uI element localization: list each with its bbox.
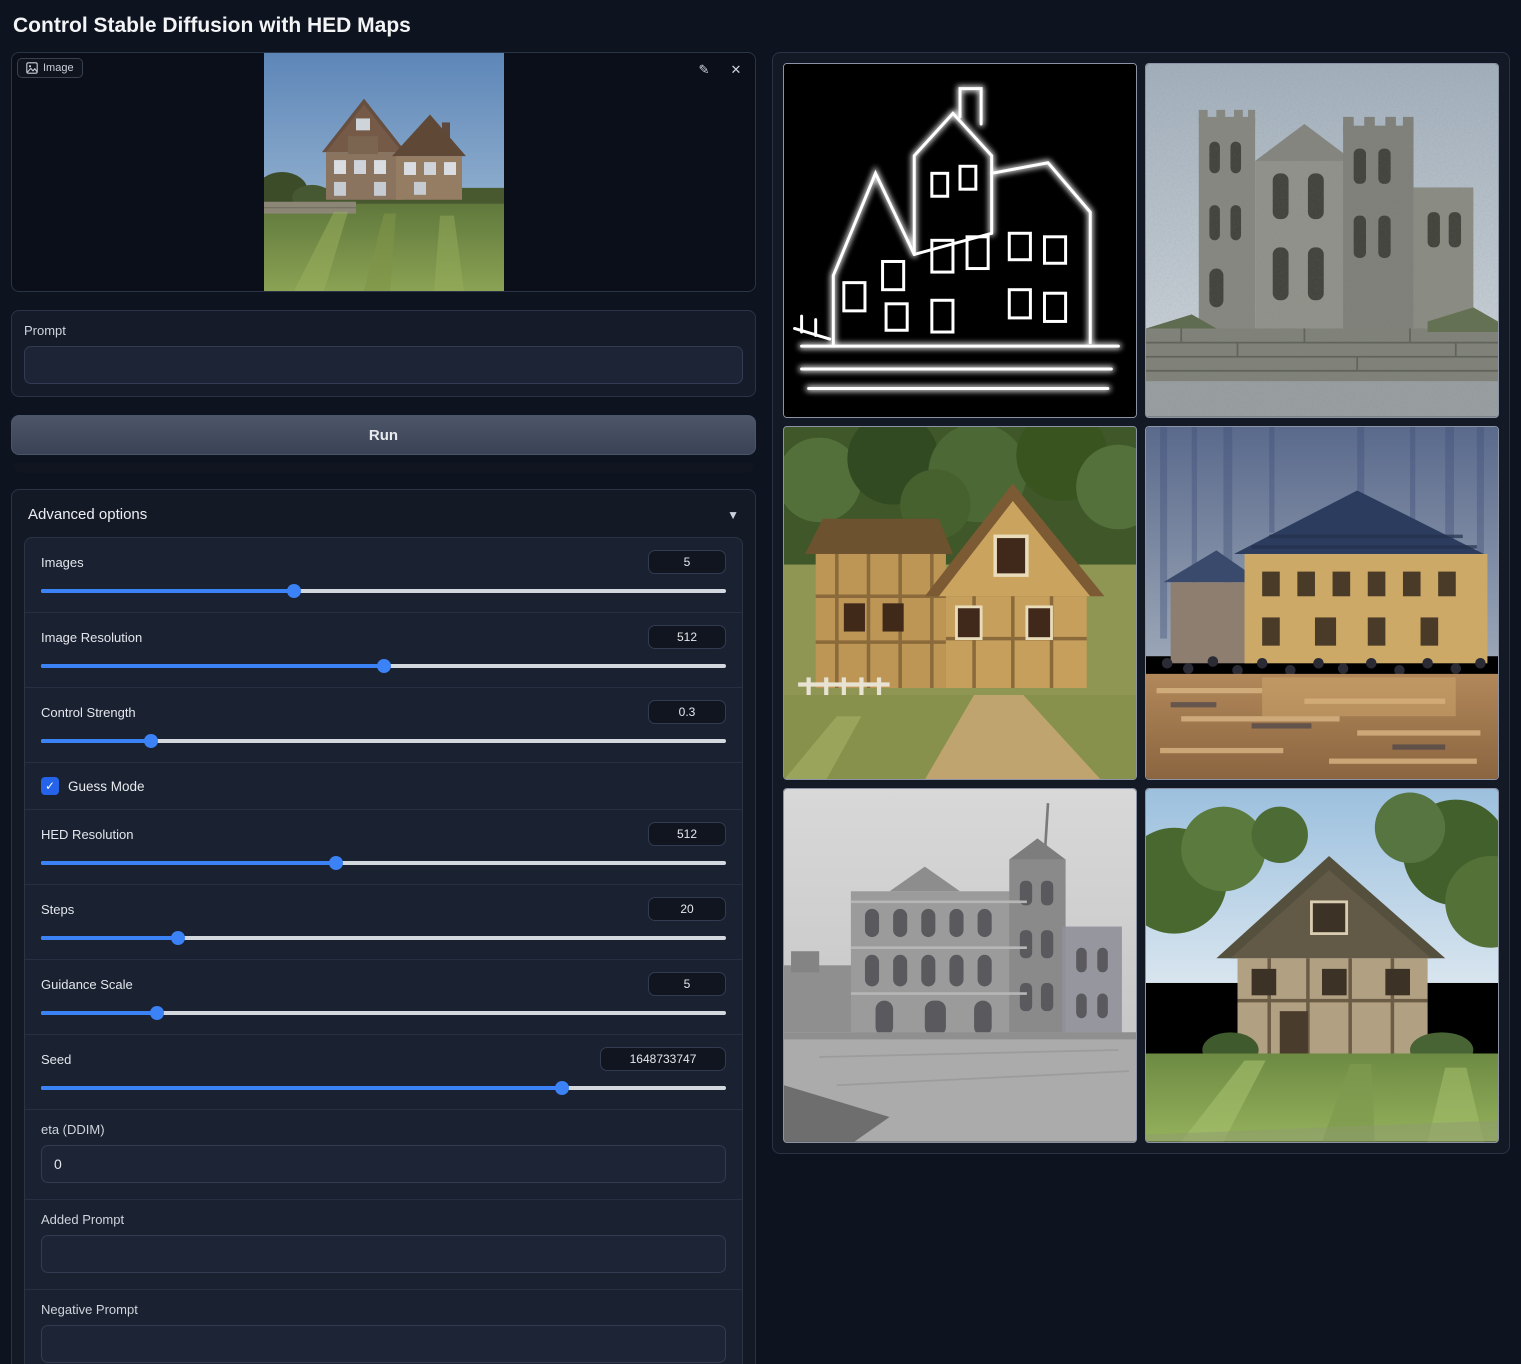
prompt-label: Prompt	[24, 323, 743, 338]
slider-seed-thumb[interactable]	[555, 1081, 569, 1095]
slider-control-strength-value[interactable]: 0.3	[648, 700, 726, 724]
advanced-options-panel: Advanced options ▼ Images 5	[11, 489, 756, 1364]
slider-control-strength-thumb[interactable]	[144, 734, 158, 748]
close-icon: ✕	[731, 62, 742, 78]
slider-control-strength: Control Strength 0.3	[25, 687, 742, 762]
image-input-panel[interactable]: Image ✎ ✕	[11, 52, 756, 292]
added-prompt-input[interactable]	[41, 1235, 726, 1273]
chevron-down-icon: ▼	[727, 508, 739, 522]
slider-guidance-scale-label: Guidance Scale	[41, 977, 133, 992]
guess-mode-row[interactable]: ✓ Guess Mode	[25, 762, 742, 809]
prompt-input[interactable]	[24, 346, 743, 384]
uploaded-house-photo	[264, 53, 504, 291]
page-title: Control Stable Diffusion with HED Maps	[13, 14, 1510, 38]
slider-images-thumb[interactable]	[287, 584, 301, 598]
gallery-item-wooden-house[interactable]	[783, 426, 1137, 781]
gallery-item-painterly[interactable]	[1145, 426, 1499, 781]
slider-image-resolution-thumb[interactable]	[377, 659, 391, 673]
slider-seed: Seed 1648733747	[25, 1034, 742, 1109]
advanced-options-header[interactable]: Advanced options ▼	[24, 502, 743, 537]
slider-image-resolution-value[interactable]: 512	[648, 625, 726, 649]
image-input-label: Image	[17, 58, 83, 78]
slider-images-track[interactable]	[41, 584, 726, 598]
grayscale-building-image	[784, 789, 1136, 1142]
slider-steps: Steps 20	[25, 884, 742, 959]
slider-steps-label: Steps	[41, 902, 74, 917]
check-icon: ✓	[45, 780, 55, 792]
clear-image-button[interactable]: ✕	[725, 59, 747, 81]
hed-map-image	[784, 64, 1136, 417]
guess-mode-label: Guess Mode	[68, 779, 145, 794]
gallery-item-cathedral[interactable]	[1145, 63, 1499, 418]
slider-steps-value[interactable]: 20	[648, 897, 726, 921]
added-prompt-label: Added Prompt	[41, 1212, 726, 1227]
slider-guidance-scale-track[interactable]	[41, 1006, 726, 1020]
slider-steps-track[interactable]	[41, 931, 726, 945]
eta-label: eta (DDIM)	[41, 1122, 726, 1137]
guess-mode-checkbox[interactable]: ✓	[41, 777, 59, 795]
eta-input[interactable]	[41, 1145, 726, 1183]
eta-row: eta (DDIM)	[25, 1109, 742, 1199]
slider-images-label: Images	[41, 555, 84, 570]
slider-hed-resolution-thumb[interactable]	[329, 856, 343, 870]
advanced-options-title: Advanced options	[28, 506, 147, 523]
prompt-panel: Prompt	[11, 310, 756, 397]
uploaded-image[interactable]	[12, 53, 755, 291]
controls-column: Image ✎ ✕	[11, 52, 756, 1364]
slider-images-value[interactable]: 5	[648, 550, 726, 574]
edit-image-button[interactable]: ✎	[693, 59, 715, 81]
gallery-item-hed-map[interactable]	[783, 63, 1137, 418]
wooden-house-image	[784, 427, 1136, 780]
slider-guidance-scale: Guidance Scale 5	[25, 959, 742, 1034]
pencil-icon: ✎	[699, 62, 710, 78]
gallery-item-grayscale-building[interactable]	[783, 788, 1137, 1143]
slider-image-resolution-label: Image Resolution	[41, 630, 142, 645]
slider-guidance-scale-value[interactable]: 5	[648, 972, 726, 996]
cathedral-image	[1146, 64, 1498, 417]
advanced-options-form: Images 5 Image Resolution 512	[24, 537, 743, 1364]
slider-control-strength-track[interactable]	[41, 734, 726, 748]
output-gallery	[772, 52, 1510, 1154]
slider-hed-resolution-label: HED Resolution	[41, 827, 134, 842]
gallery-item-house-trees[interactable]	[1145, 788, 1499, 1143]
slider-seed-value[interactable]: 1648733747	[600, 1047, 726, 1071]
slider-hed-resolution-value[interactable]: 512	[648, 822, 726, 846]
slider-seed-label: Seed	[41, 1052, 71, 1067]
image-input-label-text: Image	[43, 62, 74, 74]
slider-steps-thumb[interactable]	[171, 931, 185, 945]
slider-images: Images 5	[25, 538, 742, 612]
negative-prompt-label: Negative Prompt	[41, 1302, 726, 1317]
app: Control Stable Diffusion with HED Maps I…	[0, 0, 1521, 1364]
negative-prompt-input[interactable]	[41, 1325, 726, 1363]
negative-prompt-row: Negative Prompt	[25, 1289, 742, 1364]
slider-hed-resolution-track[interactable]	[41, 856, 726, 870]
slider-image-resolution-track[interactable]	[41, 659, 726, 673]
slider-hed-resolution: HED Resolution 512	[25, 809, 742, 884]
slider-image-resolution: Image Resolution 512	[25, 612, 742, 687]
added-prompt-row: Added Prompt	[25, 1199, 742, 1289]
slider-control-strength-label: Control Strength	[41, 705, 136, 720]
image-icon	[26, 62, 38, 74]
painterly-image	[1146, 427, 1498, 780]
slider-guidance-scale-thumb[interactable]	[150, 1006, 164, 1020]
run-button[interactable]: Run	[11, 415, 756, 455]
progress-strip	[13, 463, 754, 473]
house-trees-image	[1146, 789, 1498, 1142]
slider-seed-track[interactable]	[41, 1081, 726, 1095]
